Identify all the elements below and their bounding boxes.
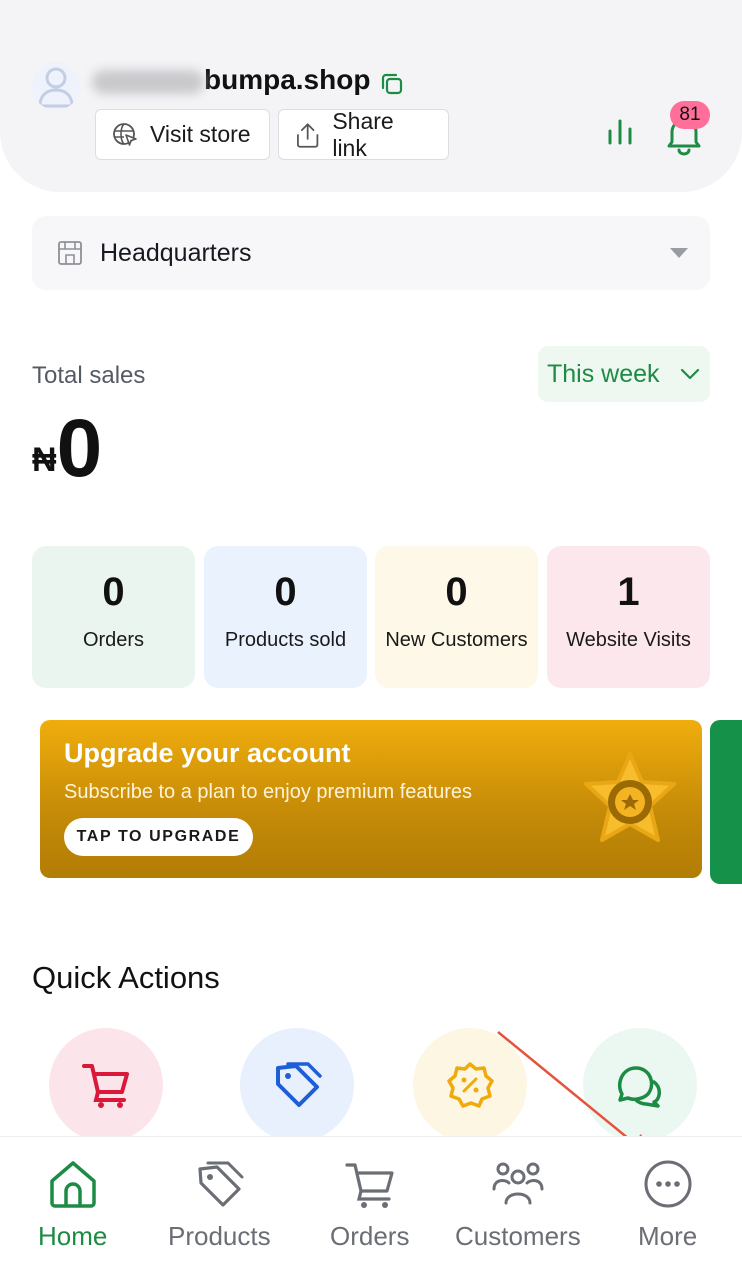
banner-subtitle: Subscribe to a plan to enjoy premium fea…: [64, 781, 472, 803]
dropdown-caret-icon: [670, 248, 688, 258]
stat-value: 0: [445, 570, 468, 614]
quick-action-cart[interactable]: [49, 1028, 163, 1142]
currency-symbol: ₦: [32, 441, 57, 479]
cart-icon: [82, 1064, 129, 1108]
visit-store-label: Visit store: [150, 121, 251, 147]
quick-action-discounts[interactable]: [413, 1028, 527, 1142]
nav-label: Products: [168, 1221, 271, 1251]
share-link-label: Share link: [332, 107, 394, 161]
redacted-store-handle: [92, 69, 204, 94]
home-icon: [49, 1161, 96, 1208]
chevron-down-icon: [680, 368, 699, 380]
users-icon: [492, 1162, 544, 1205]
period-selector[interactable]: This week: [538, 346, 710, 402]
notification-count-badge: 81: [670, 101, 710, 129]
cart-icon: [345, 1163, 394, 1208]
app-header: bumpa.shop Visit store Share link 81: [0, 0, 742, 192]
stat-card-website-visits[interactable]: 1 Website Visits: [547, 546, 710, 688]
nav-home[interactable]: Home: [38, 1157, 107, 1265]
location-selector[interactable]: Headquarters: [32, 216, 710, 290]
stat-label: Website Visits: [566, 629, 691, 651]
nav-label: Customers: [455, 1221, 581, 1251]
nav-customers[interactable]: Customers: [455, 1157, 581, 1265]
sales-value: 0: [56, 403, 103, 494]
bottom-navigation: Home Products Orders Customers More: [0, 1136, 742, 1280]
nav-products[interactable]: Products: [168, 1157, 271, 1265]
stat-card-new-customers[interactable]: 0 New Customers: [375, 546, 538, 688]
stat-value: 0: [274, 570, 297, 614]
copy-icon[interactable]: [378, 70, 406, 98]
stat-label: New Customers: [385, 629, 528, 651]
nav-orders[interactable]: Orders: [330, 1157, 409, 1265]
upgrade-banner[interactable]: Upgrade your account Subscribe to a plan…: [40, 720, 702, 878]
stat-value: 1: [617, 570, 640, 614]
globe-cursor-icon: [113, 122, 137, 146]
visit-store-button[interactable]: Visit store: [95, 109, 270, 160]
user-avatar-icon: [38, 67, 74, 108]
nav-more[interactable]: More: [638, 1157, 697, 1265]
premium-star-icon: [584, 752, 676, 842]
stat-card-orders[interactable]: 0 Orders: [32, 546, 195, 688]
tap-to-upgrade-button[interactable]: TAP TO UPGRADE: [64, 818, 253, 856]
store-building-icon: [58, 241, 82, 265]
stat-label: Orders: [82, 629, 145, 651]
discount-badge-icon: [447, 1062, 494, 1108]
quick-action-messages[interactable]: [583, 1028, 697, 1142]
share-icon: [297, 122, 319, 148]
nav-label: Orders: [330, 1221, 410, 1251]
store-domain: bumpa.shop: [92, 64, 370, 96]
stat-value: 0: [102, 570, 125, 614]
total-sales-amount: ₦ 0: [32, 408, 102, 490]
stat-card-products-sold[interactable]: 0 Products sold: [204, 546, 367, 688]
next-banner-peek[interactable]: [710, 720, 742, 884]
tag-icon: [198, 1161, 244, 1207]
chat-icon: [617, 1066, 661, 1108]
total-sales-label: Total sales: [32, 362, 146, 389]
quick-action-products[interactable]: [240, 1028, 354, 1142]
nav-label: More: [638, 1221, 698, 1251]
nav-label: Home: [38, 1221, 108, 1251]
share-link-button[interactable]: Share link: [278, 107, 449, 161]
more-icon: [644, 1160, 692, 1208]
location-label: Headquarters: [100, 238, 252, 267]
store-avatar[interactable]: [32, 62, 80, 110]
tag-icon: [276, 1062, 322, 1107]
stat-label: Products sold: [224, 629, 347, 651]
quick-actions-title: Quick Actions: [32, 960, 220, 995]
analytics-icon[interactable]: [602, 117, 638, 149]
period-label: This week: [547, 359, 660, 388]
banner-title: Upgrade your account: [64, 738, 351, 768]
